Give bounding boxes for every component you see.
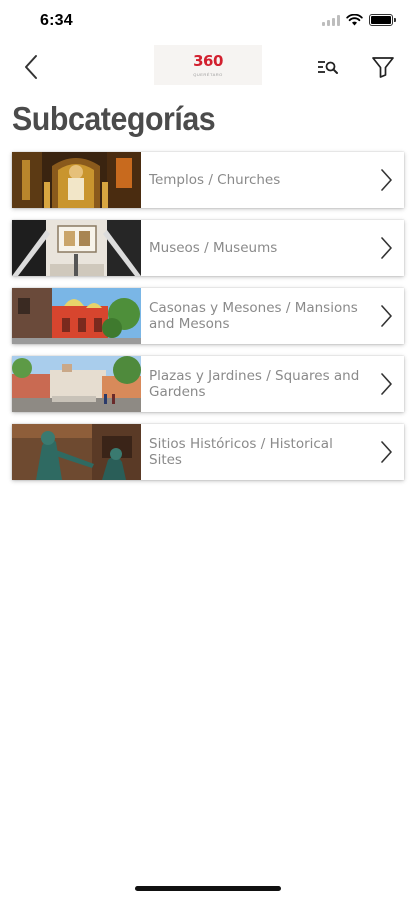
subcategory-label: Templos / Churches <box>149 172 281 188</box>
chevron-right-icon <box>381 305 392 327</box>
filter-funnel-icon <box>372 57 394 78</box>
church-interior-photo <box>12 152 141 208</box>
chevron-right-icon <box>381 373 392 395</box>
museum-staircase-photo <box>12 220 141 276</box>
chevron-right-icon <box>381 237 392 259</box>
battery-icon <box>369 14 396 26</box>
subcategory-item-historical-sites[interactable]: Sitios Históricos / Historical Sites <box>12 424 404 480</box>
page-title: Subcategorías <box>12 100 216 137</box>
subcategory-list: Templos / Churches Museos / Museums Caso… <box>12 152 404 492</box>
status-time: 6:34 <box>40 12 73 29</box>
search-list-button[interactable] <box>313 50 343 84</box>
app-logo: 360 QUERÉTARO <box>154 45 262 85</box>
colonial-mansion-photo <box>12 288 141 344</box>
logo-subtext: QUERÉTARO <box>193 71 223 77</box>
subcategory-label: Museos / Museums <box>149 240 278 256</box>
list-search-icon <box>318 61 338 74</box>
chevron-right-icon <box>381 441 392 463</box>
chevron-right-icon <box>381 169 392 191</box>
chevron-left-icon <box>25 55 37 79</box>
status-icons <box>322 14 396 26</box>
home-indicator[interactable] <box>135 886 281 891</box>
subcategory-item-squares[interactable]: Plazas y Jardines / Squares and Gardens <box>12 356 404 412</box>
subcategory-item-mansions[interactable]: Casonas y Mesones / Mansions and Mesons <box>12 288 404 344</box>
subcategory-label: Plazas y Jardines / Squares and Gardens <box>149 368 360 400</box>
filter-button[interactable] <box>366 50 400 84</box>
subcategory-label: Casonas y Mesones / Mansions and Mesons <box>149 300 358 332</box>
town-square-photo <box>12 356 141 412</box>
historical-statue-photo <box>12 424 141 480</box>
subcategory-item-churches[interactable]: Templos / Churches <box>12 152 404 208</box>
status-bar: 6:34 <box>0 0 415 44</box>
subcategory-item-museums[interactable]: Museos / Museums <box>12 220 404 276</box>
subcategory-label: Sitios Históricos / Historical Sites <box>149 436 333 468</box>
wifi-icon <box>346 14 363 26</box>
back-button[interactable] <box>14 50 48 84</box>
navigation-bar: 360 QUERÉTARO <box>0 44 415 90</box>
cellular-signal-icon <box>322 14 340 26</box>
logo-text: 360 <box>193 51 223 70</box>
